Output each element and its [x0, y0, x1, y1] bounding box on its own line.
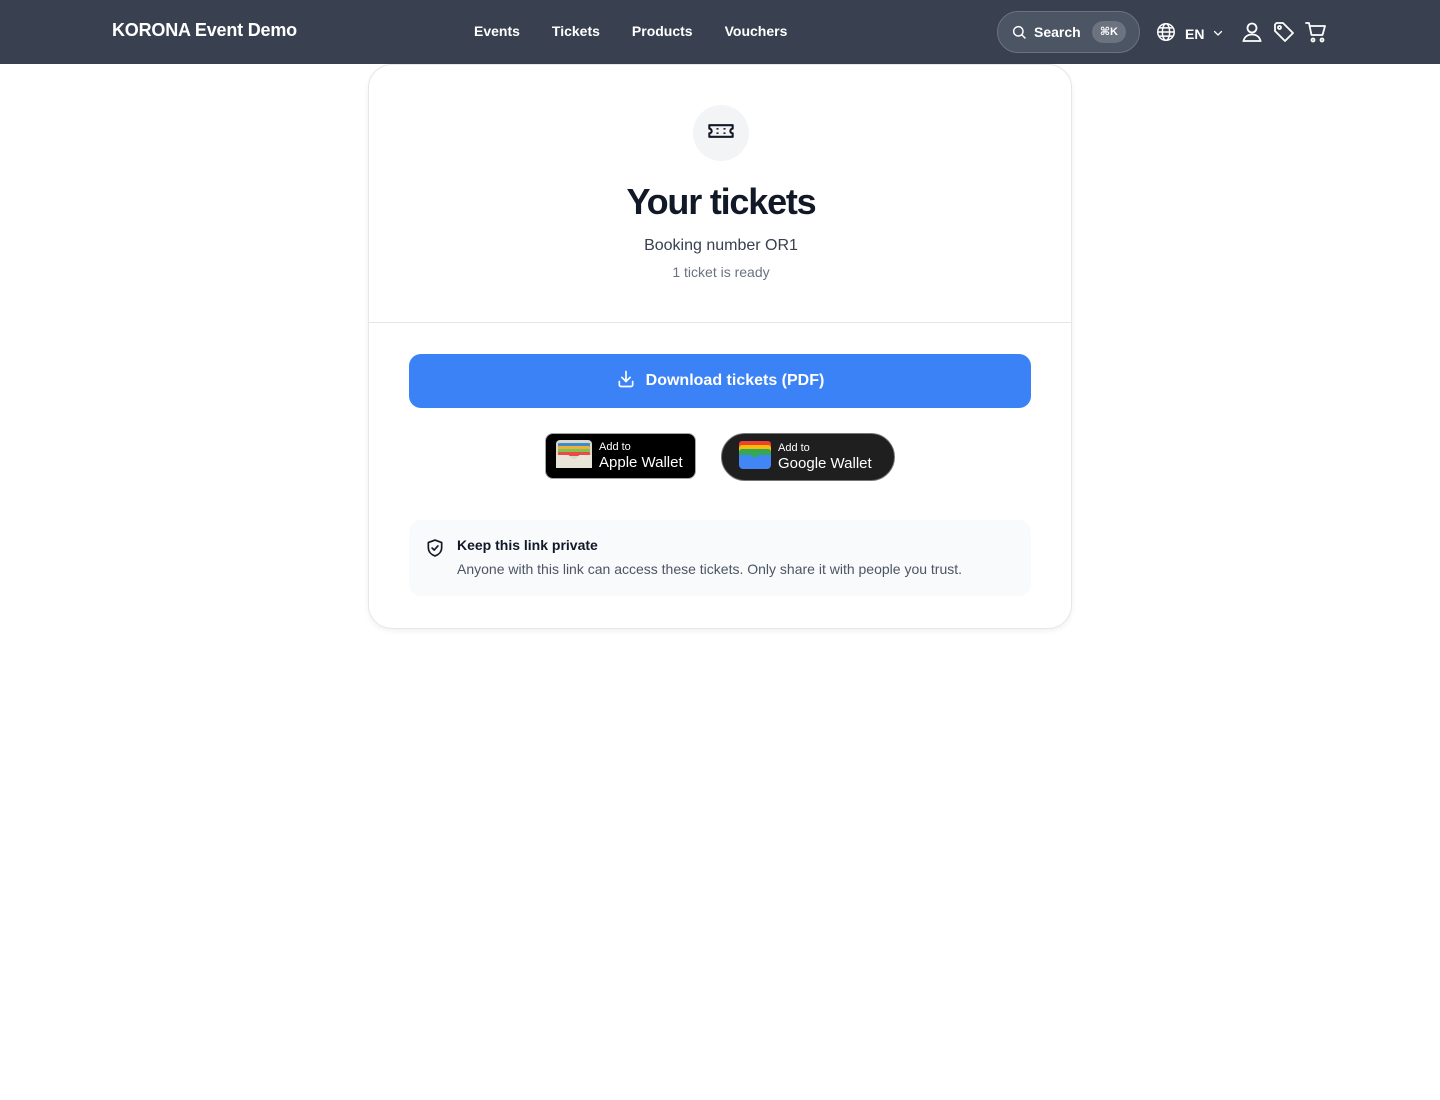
globe-icon: [1155, 21, 1177, 46]
search-button[interactable]: Search ⌘K: [997, 11, 1140, 53]
nav-item-vouchers[interactable]: Vouchers: [725, 23, 788, 39]
notice-body: Anyone with this link can access these t…: [457, 561, 963, 577]
search-shortcut-badge: ⌘K: [1091, 21, 1126, 43]
main-nav: Events Tickets Products Vouchers: [474, 23, 787, 39]
top-navigation-bar: KORONA Event Demo Events Tickets Product…: [0, 0, 1440, 64]
ticket-icon-badge: [693, 105, 749, 161]
privacy-notice: Keep this link private Anyone with this …: [409, 520, 1031, 596]
notice-title: Keep this link private: [457, 537, 598, 553]
tag-icon[interactable]: [1272, 20, 1296, 44]
add-to-apple-wallet-button[interactable]: Add to Apple Wallet: [545, 433, 696, 479]
search-icon: [1010, 23, 1028, 41]
language-code: EN: [1185, 25, 1205, 42]
nav-item-events[interactable]: Events: [474, 23, 520, 39]
tickets-card: Your tickets Booking number OR1 1 ticket…: [368, 64, 1072, 629]
download-icon: [616, 369, 636, 394]
add-to-google-wallet-button[interactable]: Add to Google Wallet: [721, 433, 895, 481]
google-wallet-small-label: Add to: [778, 442, 810, 454]
shield-check-icon: [425, 538, 445, 558]
nav-item-tickets[interactable]: Tickets: [552, 23, 600, 39]
apple-wallet-label: Apple Wallet: [599, 454, 683, 471]
chevron-down-icon: [1212, 26, 1224, 42]
nav-item-products[interactable]: Products: [632, 23, 693, 39]
search-label: Search: [1034, 24, 1081, 40]
ticket-icon: [707, 117, 735, 150]
download-label: Download tickets (PDF): [645, 372, 825, 389]
apple-wallet-small-label: Add to: [599, 441, 631, 453]
google-wallet-label: Google Wallet: [778, 455, 872, 472]
booking-number: Booking number OR1: [644, 237, 798, 254]
apple-wallet-icon: [556, 439, 592, 473]
download-tickets-button[interactable]: Download tickets (PDF): [409, 354, 1031, 408]
page-title: Your tickets: [626, 181, 817, 222]
ticket-count-status: 1 ticket is ready: [672, 264, 770, 280]
language-selector[interactable]: EN: [1155, 21, 1224, 46]
brand-logo[interactable]: KORONA Event Demo: [112, 20, 297, 41]
cart-icon[interactable]: [1304, 20, 1328, 44]
card-divider: [369, 322, 1071, 323]
google-wallet-icon: [739, 440, 771, 474]
user-icon[interactable]: [1240, 20, 1264, 44]
